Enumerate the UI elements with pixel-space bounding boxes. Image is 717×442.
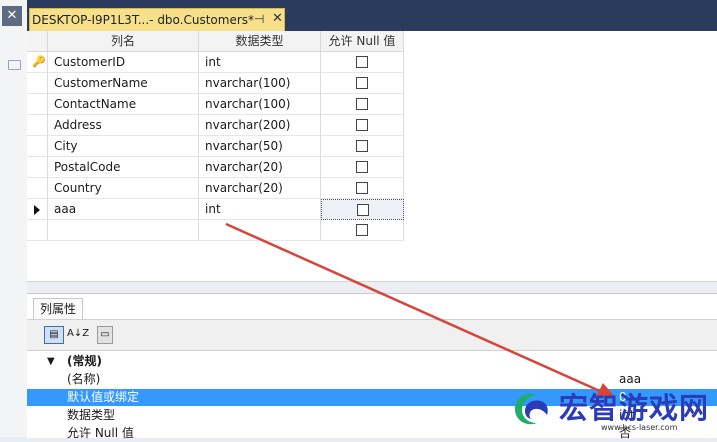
close-icon[interactable]: ✕ bbox=[272, 11, 283, 26]
category-label: (常规) bbox=[67, 354, 102, 368]
current-row-arrow-icon bbox=[34, 205, 40, 215]
watermark-logo-icon bbox=[515, 393, 548, 425]
allow-null-checkbox[interactable] bbox=[356, 224, 368, 236]
table-designer-grid: 列名 数据类型 允许 Null 值 🔑 CustomerID int Custo… bbox=[27, 31, 717, 281]
allow-null-header[interactable]: 允许 Null 值 bbox=[321, 31, 404, 52]
table-row[interactable]: CustomerName nvarchar(100) bbox=[27, 73, 404, 94]
tab-column-properties[interactable]: 列属性 bbox=[33, 298, 84, 319]
data-type-cell[interactable]: nvarchar(200) bbox=[199, 115, 321, 136]
row-selector[interactable] bbox=[27, 136, 48, 157]
chevron-down-icon[interactable]: ▼ bbox=[47, 353, 55, 370]
allow-null-cell bbox=[321, 94, 404, 115]
row-selector[interactable]: 🔑 bbox=[27, 52, 48, 73]
left-panel-gutter: ✕ bbox=[0, 0, 28, 437]
row-selector[interactable] bbox=[27, 94, 48, 115]
allow-null-cell bbox=[321, 220, 404, 241]
tab-title: DESKTOP-I9P1L3T...- dbo.Customers* bbox=[32, 13, 255, 27]
table-row[interactable]: City nvarchar(50) bbox=[27, 136, 404, 157]
column-name-cell[interactable]: Country bbox=[48, 178, 199, 199]
table-row-new[interactable] bbox=[27, 220, 404, 241]
primary-key-icon: 🔑 bbox=[32, 55, 46, 68]
allow-null-checkbox[interactable] bbox=[356, 98, 368, 110]
column-name-header[interactable]: 列名 bbox=[48, 31, 199, 52]
data-type-cell[interactable]: nvarchar(100) bbox=[199, 94, 321, 115]
property-pages-icon[interactable]: ▭ bbox=[97, 326, 113, 344]
data-type-cell[interactable]: nvarchar(20) bbox=[199, 178, 321, 199]
row-selector[interactable] bbox=[27, 220, 48, 241]
property-label: 默认值或绑定 bbox=[67, 390, 140, 404]
allow-null-checkbox[interactable] bbox=[356, 77, 368, 89]
row-selector[interactable] bbox=[27, 178, 48, 199]
document-tabstrip: DESKTOP-I9P1L3T...- dbo.Customers* ⊣ ✕ bbox=[27, 0, 717, 31]
collapse-icon[interactable] bbox=[8, 60, 21, 70]
column-name-cell[interactable]: ContactName bbox=[48, 94, 199, 115]
table-row[interactable]: Country nvarchar(20) bbox=[27, 178, 404, 199]
column-name-cell[interactable] bbox=[48, 220, 199, 241]
column-name-cell[interactable]: CustomerName bbox=[48, 73, 199, 94]
property-label: (名称) bbox=[67, 372, 101, 386]
table-row[interactable]: 🔑 CustomerID int bbox=[27, 52, 404, 73]
allow-null-checkbox[interactable] bbox=[356, 119, 368, 131]
allow-null-cell bbox=[321, 73, 404, 94]
column-name-cell[interactable]: Address bbox=[48, 115, 199, 136]
allow-null-checkbox[interactable] bbox=[356, 140, 368, 152]
column-name-cell[interactable]: PostalCode bbox=[48, 157, 199, 178]
allow-null-cell bbox=[321, 178, 404, 199]
data-type-cell[interactable]: int bbox=[199, 52, 321, 73]
close-icon[interactable]: ✕ bbox=[2, 6, 22, 26]
column-name-cell[interactable]: City bbox=[48, 136, 199, 157]
allow-null-cell bbox=[321, 157, 404, 178]
tab-table-designer[interactable]: DESKTOP-I9P1L3T...- dbo.Customers* ⊣ ✕ bbox=[29, 8, 285, 31]
table-row[interactable]: aaa int bbox=[27, 199, 404, 220]
column-name-cell[interactable]: aaa bbox=[48, 199, 199, 220]
watermark-text: 宏智游戏网 bbox=[559, 391, 710, 425]
data-type-cell[interactable]: nvarchar(100) bbox=[199, 73, 321, 94]
data-type-cell[interactable] bbox=[199, 220, 321, 241]
allow-null-checkbox[interactable] bbox=[356, 56, 368, 68]
property-label: 允许 Null 值 bbox=[67, 426, 134, 440]
row-selector[interactable] bbox=[27, 115, 48, 136]
category-general[interactable]: ▼ (常规) bbox=[27, 353, 717, 370]
row-selector[interactable] bbox=[27, 73, 48, 94]
properties-toolbar: ▤ A↓Z ▭ bbox=[27, 319, 717, 351]
watermark-url: www.hcs-laser.com bbox=[601, 423, 678, 432]
row-selector[interactable] bbox=[27, 199, 48, 220]
alphabetical-sort-icon[interactable]: A↓Z bbox=[67, 326, 89, 344]
row-selector-header bbox=[27, 31, 48, 52]
allow-null-checkbox[interactable] bbox=[357, 204, 369, 216]
pin-icon[interactable]: ⊣ bbox=[254, 12, 264, 26]
allow-null-checkbox[interactable] bbox=[356, 182, 368, 194]
watermark: 宏智游戏网 www.hcs-laser.com bbox=[505, 383, 717, 437]
allow-null-cell bbox=[321, 52, 404, 73]
allow-null-cell bbox=[321, 199, 404, 220]
allow-null-cell bbox=[321, 136, 404, 157]
data-type-cell[interactable]: int bbox=[199, 199, 321, 220]
table-row[interactable]: PostalCode nvarchar(20) bbox=[27, 157, 404, 178]
column-name-cell[interactable]: CustomerID bbox=[48, 52, 199, 73]
table-row[interactable]: Address nvarchar(200) bbox=[27, 115, 404, 136]
row-selector[interactable] bbox=[27, 157, 48, 178]
data-type-header[interactable]: 数据类型 bbox=[199, 31, 321, 52]
property-label: 数据类型 bbox=[67, 408, 116, 422]
table-row[interactable]: ContactName nvarchar(100) bbox=[27, 94, 404, 115]
data-type-cell[interactable]: nvarchar(20) bbox=[199, 157, 321, 178]
allow-null-checkbox[interactable] bbox=[356, 161, 368, 173]
categorized-icon[interactable]: ▤ bbox=[44, 326, 64, 344]
allow-null-cell bbox=[321, 115, 404, 136]
data-type-cell[interactable]: nvarchar(50) bbox=[199, 136, 321, 157]
